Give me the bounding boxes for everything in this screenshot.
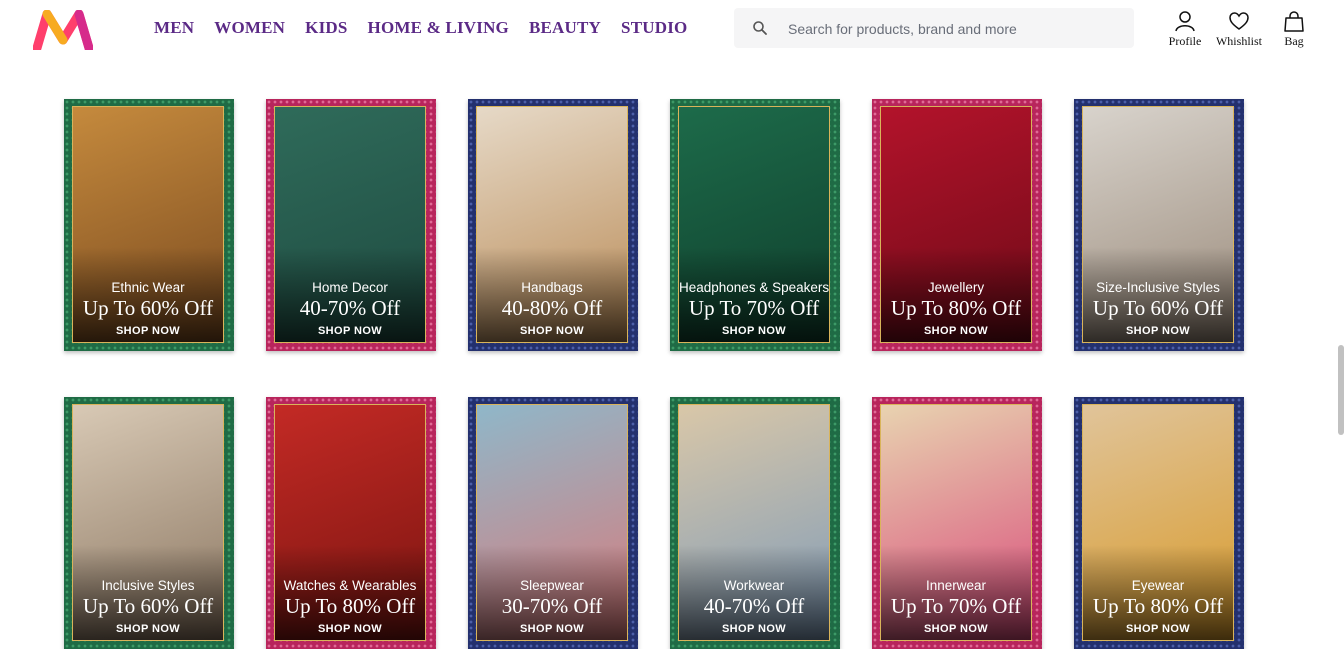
wishlist-button[interactable]: Whishlist bbox=[1212, 10, 1266, 49]
card-title: Home Decor bbox=[312, 280, 388, 295]
card-title: Watches & Wearables bbox=[283, 578, 417, 593]
card-frame: Handbags 40-80% Off SHOP NOW bbox=[476, 106, 628, 343]
card-offer: 30-70% Off bbox=[501, 594, 603, 618]
page-scrollbar[interactable] bbox=[1338, 345, 1344, 435]
shop-now-button[interactable]: SHOP NOW bbox=[275, 623, 425, 635]
offer-card[interactable]: Home Decor 40-70% Off SHOP NOW bbox=[266, 99, 436, 351]
offer-card[interactable]: Sleepwear 30-70% Off SHOP NOW bbox=[468, 397, 638, 649]
card-title: Innerwear bbox=[925, 578, 987, 593]
shop-now-button[interactable]: SHOP NOW bbox=[1083, 325, 1233, 337]
main-nav: MEN WOMEN KIDS HOME & LIVING BEAUTY STUD… bbox=[154, 18, 707, 38]
card-frame: Home Decor 40-70% Off SHOP NOW bbox=[274, 106, 426, 343]
shop-now-button[interactable]: SHOP NOW bbox=[679, 623, 829, 635]
offer-card[interactable]: Workwear 40-70% Off SHOP NOW bbox=[670, 397, 840, 649]
offer-card[interactable]: Headphones & Speakers Up To 70% Off SHOP N… bbox=[670, 99, 840, 351]
search-bar bbox=[734, 8, 1134, 50]
card-offer: 40-70% Off bbox=[299, 296, 401, 320]
shop-now-button[interactable]: SHOP NOW bbox=[881, 623, 1031, 635]
nav-studio[interactable]: STUDIO bbox=[621, 18, 687, 38]
card-offer: Up To 80% Off bbox=[890, 296, 1022, 320]
heart-icon bbox=[1229, 12, 1249, 30]
shop-now-button[interactable]: SHOP NOW bbox=[881, 325, 1031, 337]
card-title: Ethnic Wear bbox=[111, 280, 185, 295]
wishlist-label: Whishlist bbox=[1215, 34, 1262, 48]
bag-label: Bag bbox=[1284, 34, 1304, 48]
card-frame: Innerwear Up To 70% Off SHOP NOW bbox=[880, 404, 1032, 641]
offer-card[interactable]: Inclusive Styles Up To 60% Off SHOP NOW bbox=[64, 397, 234, 649]
card-frame: Headphones & Speakers Up To 70% Off SHOP N… bbox=[678, 106, 830, 343]
card-frame: Jewellery Up To 80% Off SHOP NOW bbox=[880, 106, 1032, 343]
card-title: Handbags bbox=[521, 280, 583, 295]
profile-label: Profile bbox=[1168, 34, 1202, 48]
card-frame: Watches & Wearables Up To 80% Off SHOP NOW bbox=[274, 404, 426, 641]
nav-men[interactable]: MEN bbox=[154, 18, 194, 38]
card-offer: 40-80% Off bbox=[501, 296, 603, 320]
offer-card[interactable]: Jewellery Up To 80% Off SHOP NOW bbox=[872, 99, 1042, 351]
myntra-logo-icon[interactable] bbox=[33, 10, 93, 50]
shop-now-button[interactable]: SHOP NOW bbox=[73, 325, 223, 337]
card-offer: Up To 60% Off bbox=[82, 594, 214, 618]
bag-button[interactable]: Bag bbox=[1267, 10, 1321, 49]
card-offer: Up To 80% Off bbox=[284, 594, 416, 618]
card-frame: Ethnic Wear Up To 60% Off SHOP NOW bbox=[72, 106, 224, 343]
nav-beauty[interactable]: BEAUTY bbox=[529, 18, 601, 38]
card-offer: Up To 70% Off bbox=[688, 296, 820, 320]
top-header: MEN WOMEN KIDS HOME & LIVING BEAUTY STUD… bbox=[0, 0, 1344, 60]
card-frame: Sleepwear 30-70% Off SHOP NOW bbox=[476, 404, 628, 641]
card-frame: Size-Inclusive Styles Up To 60% Off SHOP N… bbox=[1082, 106, 1234, 343]
shop-now-button[interactable]: SHOP NOW bbox=[1083, 623, 1233, 635]
card-frame: Inclusive Styles Up To 60% Off SHOP NOW bbox=[72, 404, 224, 641]
shop-now-button[interactable]: SHOP NOW bbox=[73, 623, 223, 635]
nav-women[interactable]: WOMEN bbox=[214, 18, 285, 38]
offer-card[interactable]: Eyewear Up To 80% Off SHOP NOW bbox=[1074, 397, 1244, 649]
card-title: Jewellery bbox=[927, 280, 985, 295]
card-title: Size-Inclusive Styles bbox=[1096, 280, 1220, 295]
offer-card[interactable]: Watches & Wearables Up To 80% Off SHOP NOW bbox=[266, 397, 436, 649]
card-offer: Up To 60% Off bbox=[82, 296, 214, 320]
card-title: Headphones & Speakers bbox=[679, 280, 830, 295]
offer-card[interactable]: Innerwear Up To 70% Off SHOP NOW bbox=[872, 397, 1042, 649]
card-offer: 40-70% Off bbox=[703, 594, 805, 618]
card-offer: Up To 60% Off bbox=[1092, 296, 1224, 320]
shop-now-button[interactable]: SHOP NOW bbox=[477, 325, 627, 337]
user-icon bbox=[1175, 11, 1195, 32]
offer-card[interactable]: Handbags 40-80% Off SHOP NOW bbox=[468, 99, 638, 351]
card-offer: Up To 70% Off bbox=[890, 594, 1022, 618]
card-title: Workwear bbox=[723, 578, 785, 593]
search-input[interactable] bbox=[786, 8, 1120, 50]
card-title: Inclusive Styles bbox=[101, 578, 195, 593]
card-frame: Eyewear Up To 80% Off SHOP NOW bbox=[1082, 404, 1234, 641]
bag-icon bbox=[1284, 11, 1304, 32]
shop-now-button[interactable]: SHOP NOW bbox=[275, 325, 425, 337]
nav-kids[interactable]: KIDS bbox=[305, 18, 347, 38]
profile-button[interactable]: Profile bbox=[1158, 10, 1212, 49]
shop-now-button[interactable]: SHOP NOW bbox=[679, 325, 829, 337]
card-frame: Workwear 40-70% Off SHOP NOW bbox=[678, 404, 830, 641]
card-offer: Up To 80% Off bbox=[1092, 594, 1224, 618]
card-title: Eyewear bbox=[1131, 578, 1185, 593]
offer-card[interactable]: Ethnic Wear Up To 60% Off SHOP NOW bbox=[64, 99, 234, 351]
shop-now-button[interactable]: SHOP NOW bbox=[477, 623, 627, 635]
offer-card[interactable]: Size-Inclusive Styles Up To 60% Off SHOP N… bbox=[1074, 99, 1244, 351]
card-title: Sleepwear bbox=[520, 578, 584, 593]
nav-home-living[interactable]: HOME & LIVING bbox=[368, 18, 509, 38]
search-icon[interactable] bbox=[752, 20, 768, 36]
